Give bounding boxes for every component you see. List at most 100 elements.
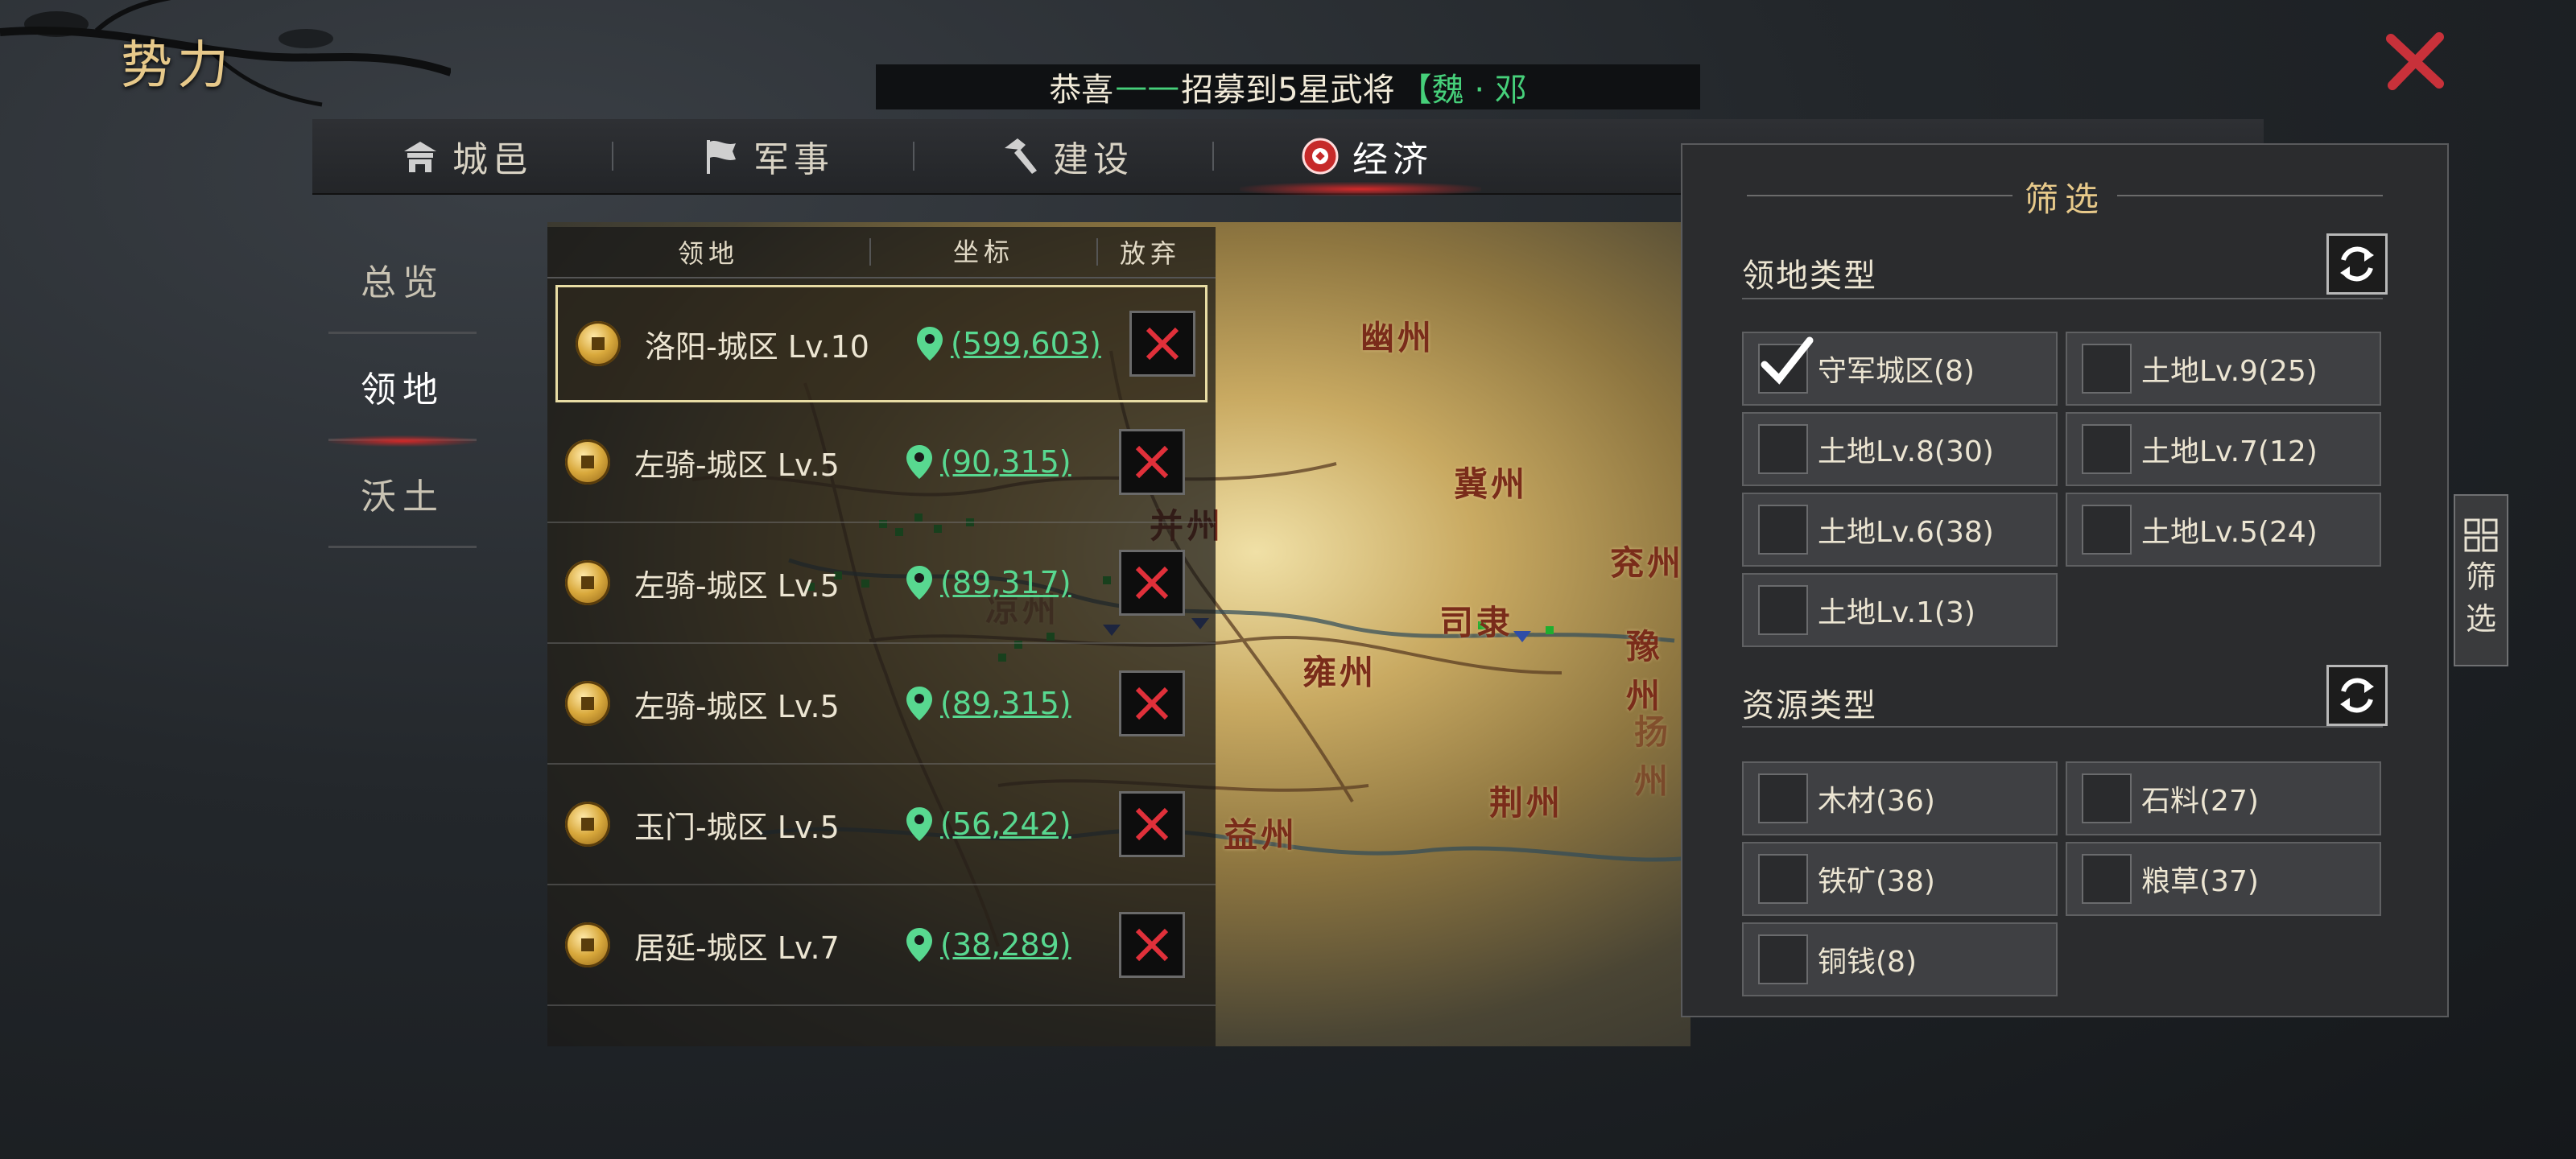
tab-divider: [612, 142, 613, 171]
territory-row[interactable]: 玉门-城区 Lv.5 (56,242): [547, 765, 1216, 885]
coin-icon: [565, 439, 610, 485]
filter-checkbox[interactable]: 铁矿(38): [1742, 842, 2058, 916]
side-item-fertile-land[interactable]: 沃土: [328, 441, 477, 548]
checkbox-label: 木材(36): [1818, 785, 1935, 818]
checkbox-box: [1758, 934, 1808, 984]
checkbox-label: 铁矿(38): [1818, 865, 1935, 898]
checkbox-label: 铜钱(8): [1818, 946, 1917, 979]
filter-checkbox[interactable]: 土地Lv.9(25): [2066, 332, 2381, 406]
coordinate-link[interactable]: (90,315): [940, 444, 1071, 480]
location-pin-icon: [906, 928, 932, 962]
filter-checkbox[interactable]: 土地Lv.7(12): [2066, 412, 2381, 486]
checkbox-label: 土地Lv.7(12): [2141, 435, 2318, 468]
filter-checkbox[interactable]: 守军城区(8): [1742, 332, 2058, 406]
checkbox-box: [1758, 424, 1808, 474]
checkbox-label: 土地Lv.5(24): [2141, 516, 2318, 549]
territory-row[interactable]: 居延-城区 Lv.7 (38,289): [547, 885, 1216, 1006]
checkbox-box: [2082, 854, 2132, 904]
refresh-icon: [2340, 246, 2374, 282]
coordinate-link[interactable]: (38,289): [940, 927, 1071, 963]
checkbox-box: [2082, 505, 2132, 555]
side-item-overview[interactable]: 总览: [328, 227, 477, 334]
ticker-tag: 【魏 · 邓: [1399, 72, 1527, 109]
territory-row[interactable]: 左骑-城区 Lv.5 (90,315): [547, 402, 1216, 523]
location-pin-icon: [906, 445, 932, 479]
territory-row[interactable]: 左骑-城区 Lv.5 (89,317): [547, 523, 1216, 644]
checkbox-label: 土地Lv.8(30): [1818, 435, 1994, 468]
checkmark-icon: [1761, 336, 1814, 385]
region-label: 益州: [1224, 815, 1298, 855]
close-icon: [1135, 566, 1169, 600]
filter-title: 筛选: [2024, 179, 2105, 219]
tab-label: 经济: [1352, 139, 1433, 180]
abandon-button[interactable]: [1119, 912, 1185, 978]
tab-divider: [1212, 142, 1214, 171]
coordinate-link[interactable]: (89,317): [940, 565, 1071, 600]
grid-icon: [2464, 518, 2498, 552]
abandon-button[interactable]: [1129, 311, 1195, 377]
territory-name: 左骑-城区 Lv.5: [634, 447, 840, 483]
checkbox-box: [1758, 585, 1808, 635]
abandon-button[interactable]: [1119, 429, 1185, 495]
tab-construction[interactable]: 建设: [1001, 119, 1133, 193]
filter-panel: 筛选 领地类型 守军城区(8) 土地Lv.9(25) 土地Lv.8(30) 土地Lv.…: [1681, 143, 2449, 1017]
checkbox-label: 石料(27): [2141, 785, 2259, 818]
coin-icon: [565, 802, 610, 847]
filter-tab-char: 筛: [2465, 559, 2496, 595]
side-item-label: 领地: [361, 369, 444, 410]
tab-label: 军事: [753, 139, 834, 180]
close-icon: [1135, 928, 1169, 962]
reset-territory-filter-button[interactable]: [2326, 233, 2388, 295]
coin-icon: [565, 681, 610, 726]
territory-name: 洛阳-城区 Lv.10: [645, 328, 869, 365]
abandon-button[interactable]: [1119, 550, 1185, 616]
filter-checkbox[interactable]: 土地Lv.5(24): [2066, 493, 2381, 567]
abandon-button[interactable]: [1119, 791, 1185, 857]
filter-tab-char: 选: [2465, 601, 2496, 637]
territory-list: 领地 坐标 放弃 洛阳-城区 Lv.10 (599,603) 左骑-城区 Lv.5 (…: [547, 227, 1216, 1046]
coin-icon: [565, 560, 610, 605]
territory-row[interactable]: 洛阳-城区 Lv.10 (599,603): [555, 285, 1208, 402]
side-item-territory[interactable]: 领地: [328, 334, 477, 447]
filter-checkbox[interactable]: 土地Lv.1(3): [1742, 573, 2058, 647]
coordinate-link[interactable]: (599,603): [951, 326, 1101, 361]
location-pin-icon: [917, 327, 943, 361]
filter-checkbox[interactable]: 铜钱(8): [1742, 922, 2058, 996]
region-label: 雍州: [1302, 653, 1377, 692]
region-label: 荆州: [1489, 783, 1564, 823]
filter-checkbox[interactable]: 石料(27): [2066, 761, 2381, 835]
header-coords: 坐标: [869, 238, 1098, 266]
filter-checkbox[interactable]: 土地Lv.6(38): [1742, 493, 2058, 567]
location-pin-icon: [906, 807, 932, 841]
checkbox-box: [1758, 336, 1814, 394]
territory-row[interactable]: 左骑-城区 Lv.5 (89,315): [547, 644, 1216, 765]
city-gate-icon: [404, 142, 436, 172]
checkbox-box: [1758, 505, 1808, 555]
region-label: 司隶: [1439, 603, 1514, 642]
ticker-message: 招募到5星武将: [1181, 72, 1395, 109]
abandon-button[interactable]: [1119, 670, 1185, 736]
checkbox-label: 土地Lv.1(3): [1818, 596, 1975, 629]
tab-city[interactable]: 城邑: [401, 119, 533, 193]
filter-toggle-tab[interactable]: 筛 选: [2454, 494, 2508, 666]
list-header: 领地 坐标 放弃: [547, 227, 1216, 278]
header-territory: 领地: [677, 238, 739, 269]
section-divider: [1742, 298, 2383, 299]
filter-checkbox[interactable]: 木材(36): [1742, 761, 2058, 835]
coordinate-link[interactable]: (56,242): [940, 806, 1071, 842]
resource-type-label: 资源类型: [1742, 687, 1877, 724]
filter-checkbox[interactable]: 粮草(37): [2066, 842, 2381, 916]
close-icon[interactable]: [2383, 29, 2447, 93]
filter-checkbox[interactable]: 土地Lv.8(30): [1742, 412, 2058, 486]
side-item-label: 沃土: [361, 476, 444, 518]
header-abandon: 放弃: [1119, 238, 1181, 269]
hammer-icon: [1005, 138, 1037, 174]
reset-resource-filter-button[interactable]: [2326, 665, 2388, 726]
territory-name: 左骑-城区 Lv.5: [634, 688, 840, 724]
checkbox-box: [1758, 773, 1808, 823]
location-pin-icon: [906, 566, 932, 600]
tab-military[interactable]: 军事: [702, 119, 834, 193]
coordinate-link[interactable]: (89,315): [940, 686, 1071, 721]
checkbox-box: [2082, 344, 2132, 394]
side-nav: 总览 领地 沃土: [328, 227, 477, 548]
